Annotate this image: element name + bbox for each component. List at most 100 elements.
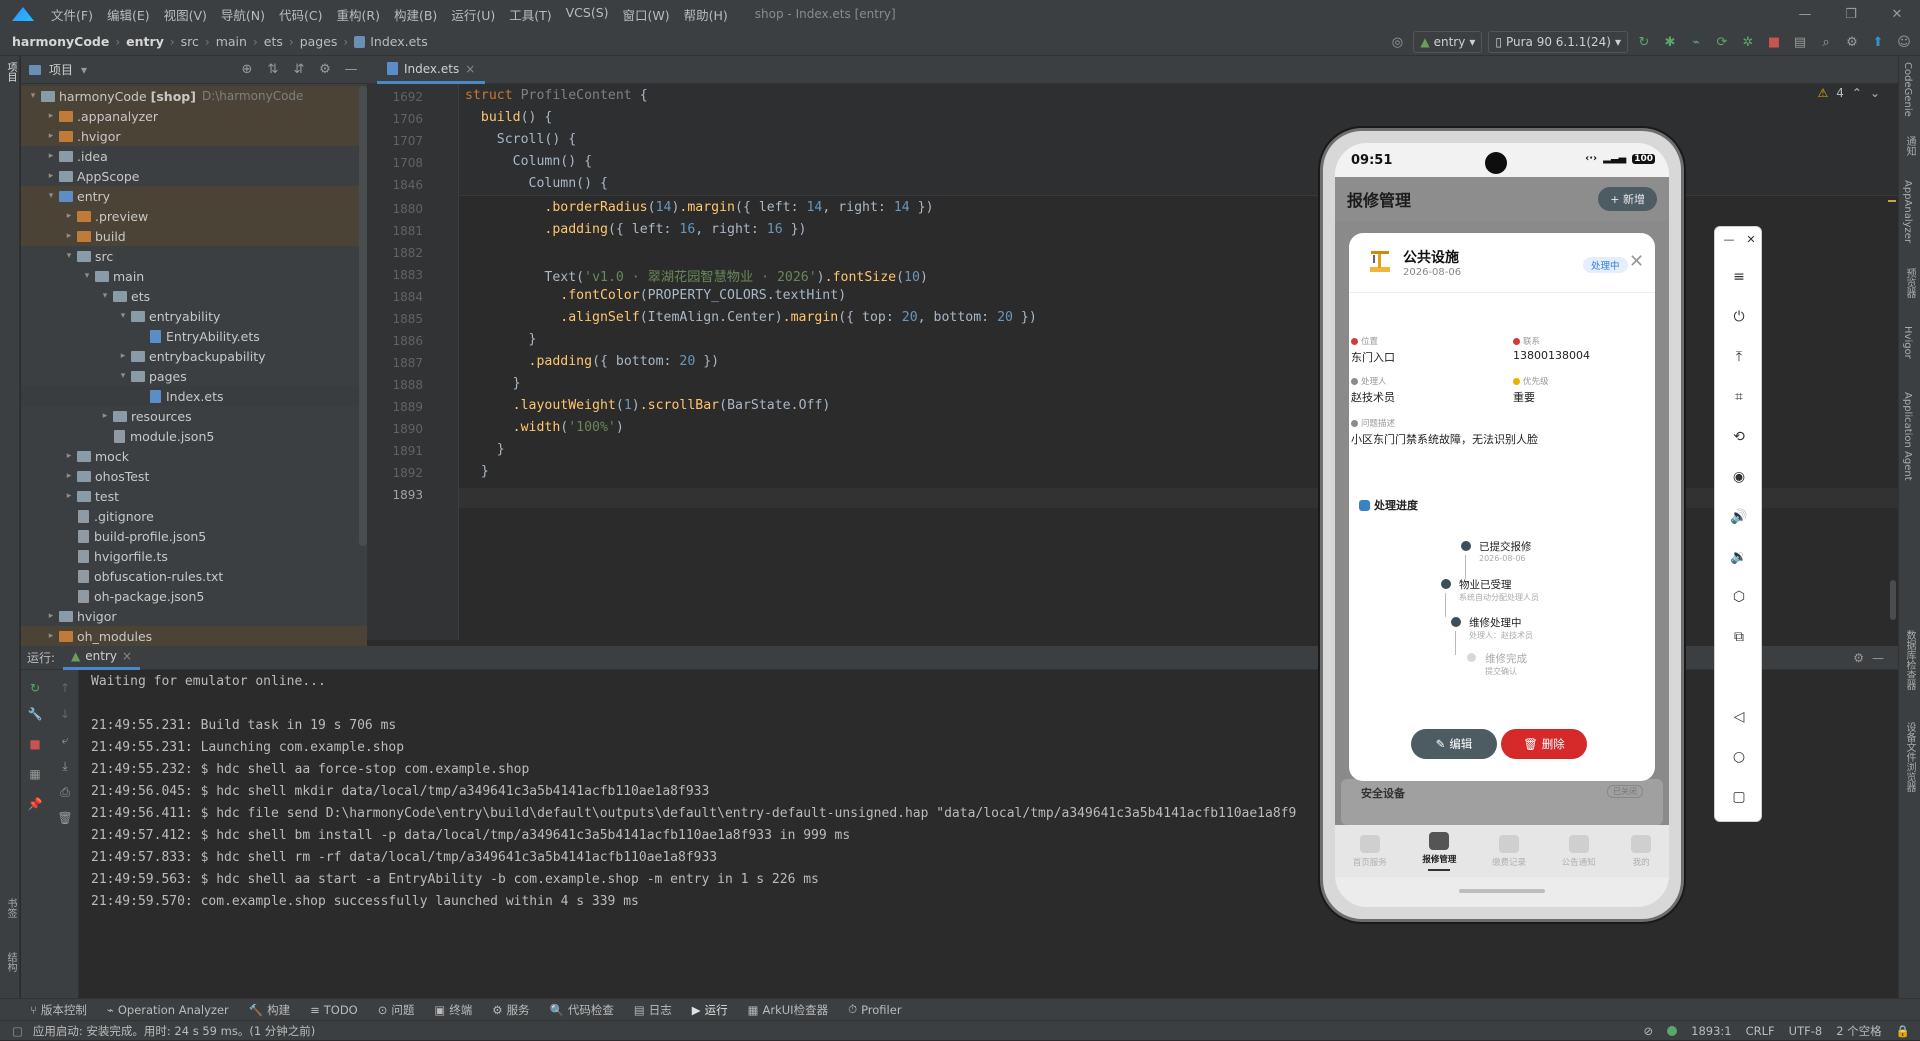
chevron-icon[interactable]: ▸ [63,491,75,501]
bottom-tool-tab[interactable]: ≡ TODO [310,1003,358,1017]
scroll-down-icon[interactable]: ↓ [57,706,73,722]
update-icon[interactable]: ⬆ [1868,32,1888,52]
tree-item[interactable]: module.json5 [21,426,367,446]
tree-item[interactable]: ▸ oh_modules [21,626,367,646]
chevron-icon[interactable]: ▸ [63,231,75,241]
bottom-tool-tab[interactable]: ▣ 终端 [434,1002,472,1018]
menu-item[interactable]: 导航(N) [214,5,272,24]
run-tab-entry[interactable]: ▲ entry × [63,646,141,670]
tree-item[interactable]: obfuscation-rules.txt [21,566,367,586]
chevron-icon[interactable]: ▾ [117,371,129,381]
right-tool-tab[interactable]: 预览器 [1902,268,1917,298]
chevron-icon[interactable]: ▸ [45,611,57,621]
home-icon[interactable]: ○ [1729,747,1749,767]
tree-item[interactable]: ▸ hvigor [21,606,367,626]
close-tab-icon[interactable]: × [465,62,475,76]
hide-icon[interactable]: — [341,60,361,80]
tree-item[interactable]: ▾ entryability [21,306,367,326]
chevron-icon[interactable]: ▾ [45,191,57,201]
scroll-up-icon[interactable]: ↑ [57,680,73,696]
menu-item[interactable]: 代码(C) [272,5,329,24]
log-line[interactable]: 21:49:57.412: $ hdc shell bm install -p … [91,828,850,843]
chevron-icon[interactable]: ▸ [45,171,57,181]
location-icon[interactable]: ◉ [1729,467,1749,487]
attach-icon[interactable]: ⌁ [1686,32,1706,52]
code-line[interactable]: } [465,332,537,347]
tree-item[interactable]: ▸ build [21,226,367,246]
chevron-icon[interactable]: ▸ [45,131,57,141]
chevron-icon[interactable]: ▾ [27,91,39,101]
bottom-tool-tab[interactable]: ⑂ 版本控制 [30,1002,87,1018]
code-line[interactable]: } [465,376,521,391]
scroll-end-icon[interactable]: ⤓ [57,758,73,774]
trash-icon[interactable]: 🗑 [57,810,73,826]
close-modal-icon[interactable]: ✕ [1629,251,1644,272]
wrench-icon[interactable]: 🔧 [27,706,43,722]
chevron-down-icon[interactable]: ⌄ [1870,86,1880,100]
volume-down-icon[interactable]: 🔉 [1729,547,1749,567]
code-line[interactable]: } [465,464,489,479]
chevron-icon[interactable]: ▸ [63,451,75,461]
bottom-tool-tab[interactable]: ▦ ArkUI检查器 [748,1002,828,1018]
tree-item[interactable]: build-profile.json5 [21,526,367,546]
multi-device-icon[interactable]: ⧉ [1729,627,1749,647]
tree-item[interactable]: ▸ test [21,486,367,506]
tree-item[interactable]: ▾ main [21,266,367,286]
tree-item[interactable]: EntryAbility.ets [21,326,367,346]
code-line[interactable]: struct ProfileContent { [465,88,648,103]
log-line[interactable]: Waiting for emulator online... [91,674,326,689]
tree-item[interactable]: ▸ .hvigor [21,126,367,146]
menu-item[interactable]: 运行(U) [444,5,502,24]
bottom-tool-tab[interactable]: ▶ 运行 [692,1002,728,1018]
log-line[interactable]: 21:49:55.231: Build task in 19 s 706 ms [91,718,396,733]
edit-button[interactable]: ✎ 编辑 [1411,729,1497,759]
code-line[interactable]: .fontColor(PROPERTY_COLORS.textHint) [465,288,846,303]
chevron-down-icon[interactable]: ▾ [81,63,87,77]
menu-item[interactable]: VCS(S) [559,5,616,24]
code-line[interactable]: Scroll() { [465,132,576,147]
code-line[interactable]: .width('100%') [465,420,624,435]
bottom-tool-tab[interactable]: ⌁ Operation Analyzer [107,1003,229,1017]
status-indicator-icon[interactable] [1667,1026,1678,1036]
rerun-icon[interactable]: ↻ [1634,32,1654,52]
log-line[interactable]: 21:49:55.232: $ hdc shell aa force-stop … [91,762,529,777]
minimize-icon[interactable]: — [1719,229,1739,249]
chevron-icon[interactable]: ▸ [45,631,57,641]
code-line[interactable]: .padding({ left: 16, right: 16 }) [465,222,806,237]
chevron-icon[interactable]: ▾ [81,271,93,281]
code-line[interactable]: build() { [465,110,552,125]
right-tool-tab[interactable]: Application Agent [1902,392,1913,481]
breadcrumb-item[interactable]: Index.ets [370,34,428,49]
chevron-icon[interactable]: ▸ [63,211,75,221]
menu-item[interactable]: 窗口(W) [616,5,677,24]
chevron-icon[interactable]: ▾ [117,311,129,321]
rotate-icon[interactable]: ⟲ [1729,427,1749,447]
tree-item[interactable]: ▸ .appanalyzer [21,106,367,126]
tree-item[interactable]: ▾ harmonyCode [shop] D:\harmonyCode [21,86,367,106]
menu-item[interactable]: 文件(F) [44,5,100,24]
tree-item[interactable]: ▸ mock [21,446,367,466]
menu-item[interactable]: 工具(T) [502,5,558,24]
tab-index-ets[interactable]: Index.ets × [377,56,486,84]
right-tool-tab[interactable]: Hvigor [1902,326,1913,359]
code-line[interactable]: Column() { [465,176,608,191]
code-line[interactable]: Text('v1.0 · 翠湖花园智慧物业 · 2026').fontSize(… [465,266,927,285]
recents-icon[interactable]: ▢ [1729,787,1749,807]
panel-toggle-icon[interactable]: ▢ [12,1024,23,1038]
breadcrumb-item[interactable]: main [216,34,247,49]
minimize-icon[interactable]: — [1782,0,1828,28]
tree-item[interactable]: ▸ entrybackupability [21,346,367,366]
chevron-icon[interactable]: ▸ [45,151,57,161]
search-icon[interactable]: ⌕ [1816,32,1836,52]
locate-icon[interactable]: ⊕ [237,60,257,80]
cursor-position[interactable]: 1893:1 [1691,1024,1731,1038]
app-tab[interactable]: 公告通知 [1562,834,1596,868]
close-tab-icon[interactable]: × [122,649,132,663]
hide-panel-icon[interactable]: — [1872,651,1884,665]
tree-item[interactable]: ▾ entry [21,186,367,206]
log-line[interactable]: 21:49:56.411: $ hdc file send D:\harmony… [91,806,1296,821]
menu-icon[interactable]: ≡ [1729,267,1749,287]
inspection-widget[interactable]: ⚠ 4 ⌃ ⌄ [1817,86,1880,100]
profile-icon[interactable]: ✲ [1738,32,1758,52]
code-line[interactable]: .padding({ bottom: 20 }) [465,354,720,369]
